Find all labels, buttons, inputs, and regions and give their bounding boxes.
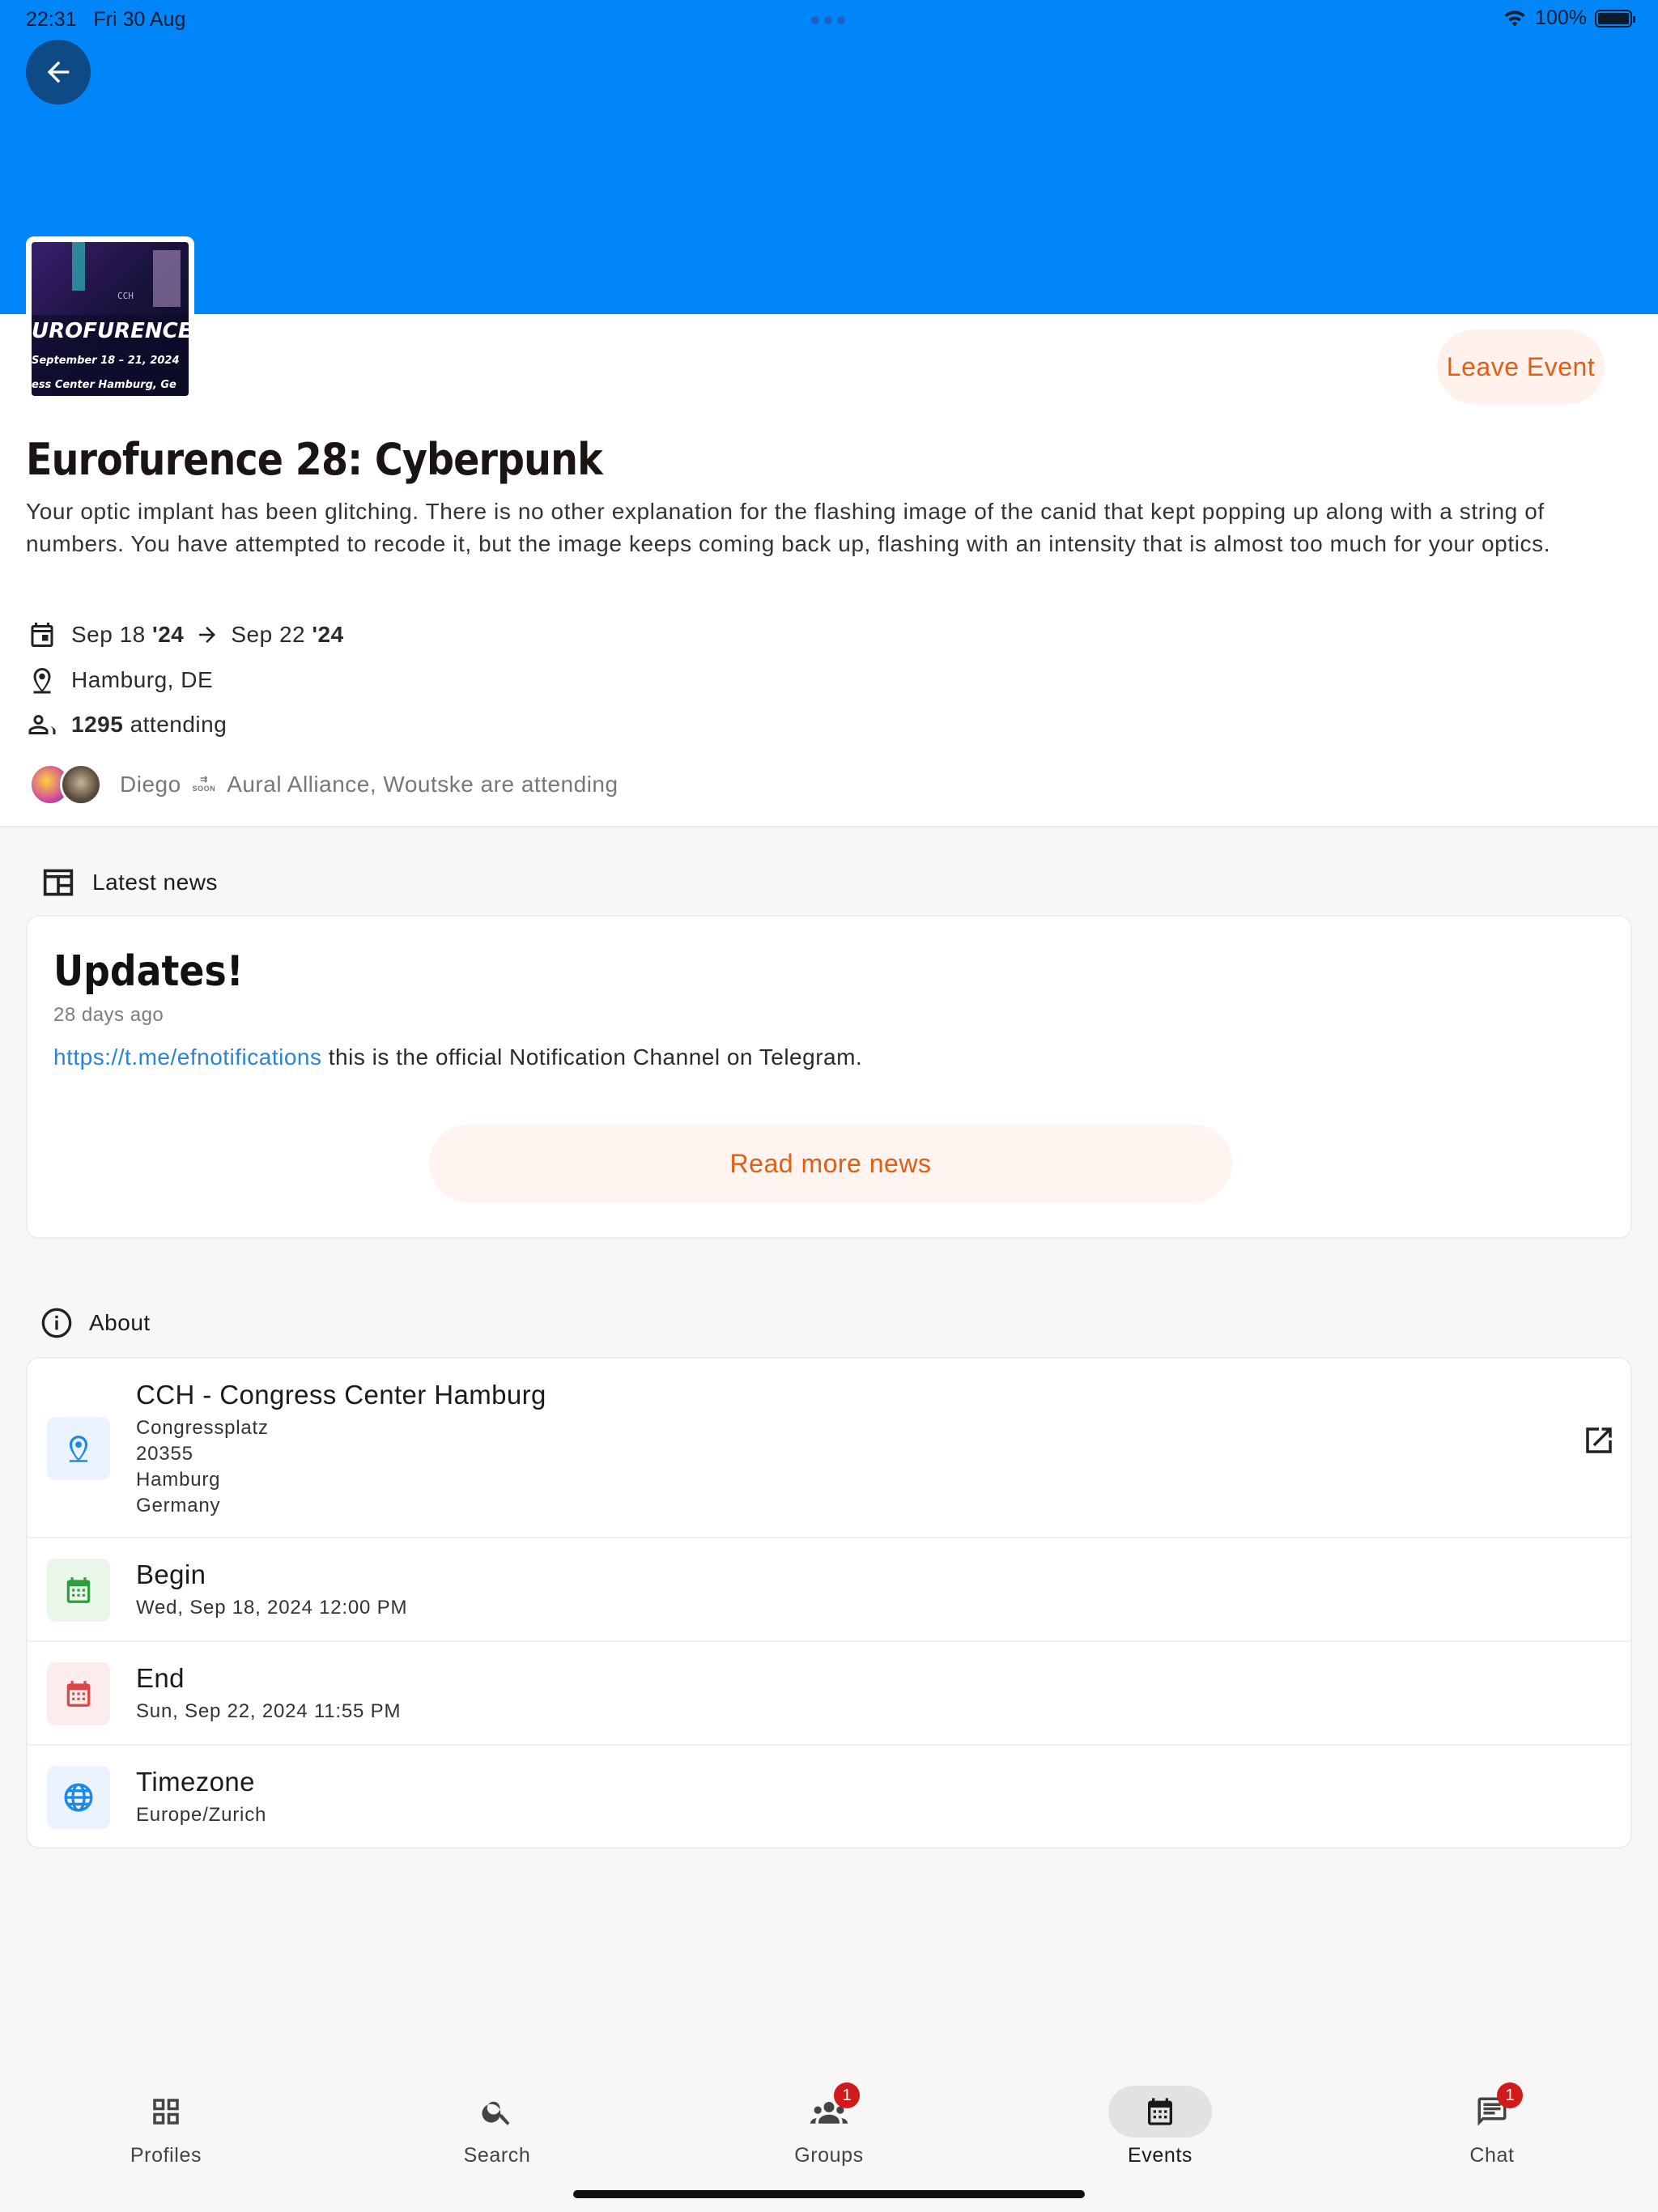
wifi-icon (1504, 10, 1525, 27)
home-indicator[interactable] (573, 2190, 1085, 2198)
begin-item: Begin Wed, Sep 18, 2024 12:00 PM (28, 1538, 1630, 1642)
poster-title-text: UROFURENCE (32, 319, 189, 343)
end-label: End (136, 1663, 185, 1693)
back-button[interactable] (26, 40, 91, 104)
people-icon (26, 708, 58, 741)
venue-address: Congressplatz 20355 Hamburg Germany (136, 1415, 269, 1519)
event-poster-image: CCH UROFURENCE September 18 – 21, 2024 e… (32, 242, 189, 396)
end-date: Sep 22 (231, 622, 306, 647)
nav-events[interactable]: Events (1079, 2073, 1241, 2167)
event-header-panel (0, 314, 1658, 827)
event-title: Eurofurence 28: Cyberpunk (26, 434, 603, 485)
event-dates-row: Sep 18 '24 Sep 22 '24 (26, 619, 344, 651)
nav-profiles[interactable]: Profiles (85, 2073, 247, 2167)
address-line: Congressplatz (136, 1417, 269, 1439)
end-value: Sun, Sep 22, 2024 11:55 PM (136, 1700, 402, 1722)
info-icon (40, 1307, 73, 1339)
groups-icon: 1 (777, 2082, 881, 2138)
venue-name: CCH - Congress Center Hamburg (136, 1380, 546, 1410)
nav-label: Chat (1469, 2144, 1515, 2167)
battery-icon (1595, 9, 1635, 28)
calendar-icon (1108, 2086, 1212, 2138)
end-year: '24 (312, 622, 344, 647)
nav-label: Groups (794, 2144, 864, 2167)
header-banner (0, 0, 1658, 314)
status-time: 22:31 (26, 8, 77, 31)
location-pin-icon (69, 1436, 88, 1462)
poster-dates-text: September 18 – 21, 2024 (32, 355, 180, 367)
news-card[interactable]: Updates! 28 days ago https://t.me/efnoti… (26, 915, 1632, 1239)
notification-badge: 1 (1497, 2082, 1523, 2108)
avatar (60, 764, 102, 806)
news-date: 28 days ago (53, 1004, 164, 1026)
latest-news-label: Latest news (92, 870, 218, 895)
event-location: Hamburg, DE (71, 667, 214, 692)
multitasking-dots[interactable] (811, 16, 845, 24)
status-time-date: 22:31 Fri 30 Aug (26, 8, 185, 32)
begin-value: Wed, Sep 18, 2024 12:00 PM (136, 1597, 408, 1619)
start-year: '24 (152, 622, 185, 647)
venue-tile (47, 1417, 110, 1480)
newspaper-icon (40, 866, 76, 899)
event-attendance-row: 1295 attending (26, 708, 227, 741)
soon-badge-label: SOON (192, 785, 216, 793)
notification-badge: 1 (834, 2082, 860, 2108)
timezone-tile (47, 1766, 110, 1829)
chat-icon: 1 (1440, 2082, 1544, 2138)
grid-icon (114, 2086, 218, 2138)
calendar-event-icon (26, 619, 58, 651)
soon-badge-icon: ⇉ SOON (192, 775, 216, 793)
status-indicators: 100% (1503, 6, 1635, 30)
nav-label: Events (1127, 2144, 1193, 2167)
news-title: Updates! (53, 947, 244, 996)
timezone-item: Timezone Europe/Zurich (28, 1746, 1630, 1847)
about-label: About (89, 1310, 151, 1335)
address-line: 20355 (136, 1443, 193, 1465)
location-pin-icon (26, 664, 58, 696)
news-link[interactable]: https://t.me/efnotifications (53, 1044, 322, 1070)
nav-label: Profiles (130, 2144, 202, 2167)
attending-count: 1295 (71, 712, 124, 737)
status-date: Fri 30 Aug (93, 8, 186, 31)
search-icon (445, 2086, 549, 2138)
end-item: End Sun, Sep 22, 2024 11:55 PM (28, 1642, 1630, 1746)
begin-tile (47, 1559, 110, 1622)
event-location-row: Hamburg, DE (26, 664, 213, 696)
about-heading: About (40, 1307, 151, 1339)
calendar-icon (66, 1681, 91, 1707)
nav-groups[interactable]: 1 Groups (748, 2073, 910, 2167)
read-more-news-button[interactable]: Read more news (429, 1125, 1232, 1202)
nav-search[interactable]: Search (416, 2073, 578, 2167)
address-line: Germany (136, 1495, 221, 1516)
nav-label: Search (463, 2144, 531, 2167)
arrow-left-icon (47, 61, 70, 83)
news-body: https://t.me/efnotifications this is the… (53, 1044, 862, 1070)
globe-icon (64, 1783, 93, 1812)
event-thumbnail: CCH UROFURENCE September 18 – 21, 2024 e… (26, 236, 194, 402)
calendar-icon (66, 1577, 91, 1603)
arrow-right-icon (199, 627, 216, 643)
begin-label: Begin (136, 1559, 206, 1589)
nav-chat[interactable]: 1 Chat (1411, 2073, 1573, 2167)
friend-name: Diego (120, 772, 181, 797)
end-tile (47, 1662, 110, 1725)
battery-percent: 100% (1535, 6, 1587, 29)
attending-label: attending (130, 712, 227, 737)
status-bar: 22:31 Fri 30 Aug 100% (0, 0, 1658, 39)
friends-attending-text: Aural Alliance, Woutske are attending (227, 772, 619, 797)
address-line: Hamburg (136, 1469, 221, 1491)
timezone-label: Timezone (136, 1767, 255, 1797)
latest-news-heading: Latest news (40, 866, 218, 899)
start-date: Sep 18 (71, 622, 146, 647)
news-body-text: this is the official Notification Channe… (321, 1044, 863, 1070)
timezone-value: Europe/Zurich (136, 1804, 267, 1826)
open-external-icon[interactable] (1582, 1423, 1616, 1461)
event-description: Your optic implant has been glitching. T… (26, 499, 1551, 556)
poster-venue-text: ess Center Hamburg, Ge (32, 379, 176, 391)
friends-attending-row[interactable]: Diego ⇉ SOON Aural Alliance, Woutske are … (29, 764, 619, 806)
poster-logo-text: CCH (117, 291, 134, 301)
about-card: CCH - Congress Center Hamburg Congresspl… (26, 1357, 1632, 1848)
leave-event-button[interactable]: Leave Event (1437, 330, 1605, 404)
venue-item[interactable]: CCH - Congress Center Hamburg Congresspl… (28, 1359, 1630, 1538)
